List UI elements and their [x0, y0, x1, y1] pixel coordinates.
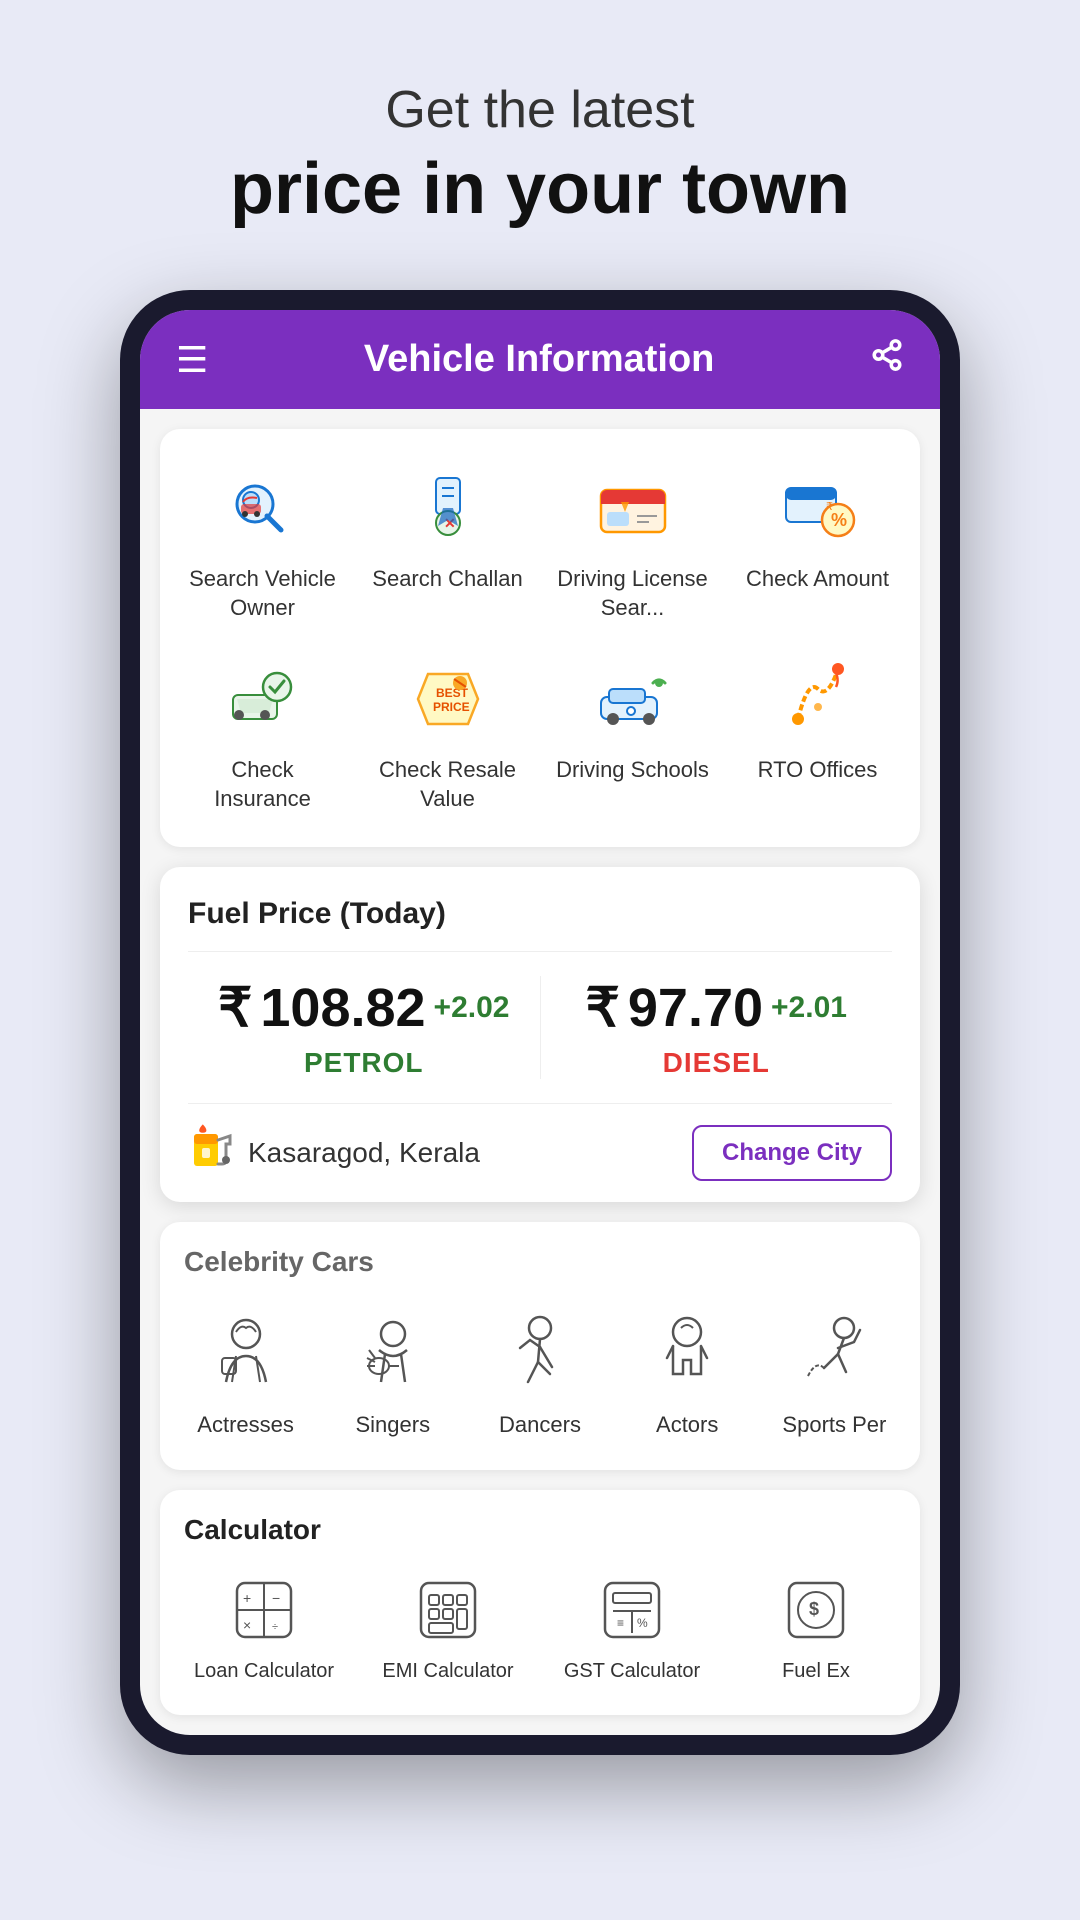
diesel-amount: ₹ 97.70 +2.01	[586, 976, 847, 1039]
check-resale-label: Check Resale Value	[365, 756, 530, 813]
check-amount-label: Check Amount	[746, 565, 889, 594]
celebrity-title: Celebrity Cars	[176, 1246, 904, 1278]
calc-item-emi[interactable]: EMI Calculator	[360, 1562, 536, 1691]
fuel-card-title: Fuel Price (Today)	[188, 897, 892, 931]
gst-calc-label: GST Calculator	[564, 1660, 700, 1683]
grid-item-driving-schools[interactable]: Driving Schools	[546, 644, 719, 823]
search-challan-label: Search Challan	[372, 565, 522, 594]
share-icon[interactable]	[870, 338, 904, 381]
petrol-symbol: ₹	[218, 976, 252, 1039]
rto-offices-icon	[773, 654, 863, 744]
grid-item-search-challan[interactable]: ✕ Search Challan	[361, 453, 534, 632]
calculator-title: Calculator	[176, 1514, 904, 1546]
fuel-city: Kasaragod, Kerala	[248, 1137, 480, 1169]
svg-text:%: %	[637, 1616, 648, 1630]
svg-text:≡: ≡	[617, 1616, 624, 1630]
change-city-button[interactable]: Change City	[692, 1125, 892, 1181]
phone-screen: ☰ Vehicle Information	[140, 310, 940, 1735]
diesel-col: ₹ 97.70 +2.01 DIESEL	[541, 976, 893, 1079]
petrol-amount: ₹ 108.82 +2.02	[218, 976, 509, 1039]
celebrity-item-actors[interactable]: Actors	[618, 1294, 757, 1446]
svg-text:+: +	[243, 1590, 251, 1606]
calc-item-loan[interactable]: + − × ÷ Loan Calculator	[176, 1562, 352, 1691]
celebrity-item-sports[interactable]: Sports Per	[765, 1294, 904, 1446]
actresses-icon	[196, 1302, 296, 1402]
celebrity-item-singers[interactable]: Singers	[323, 1294, 462, 1446]
grid-item-driving-license[interactable]: Driving License Sear...	[546, 453, 719, 632]
svg-text:₹: ₹	[826, 501, 833, 513]
search-vehicle-label: Search Vehicle Owner	[180, 565, 345, 622]
calc-item-fuel-ex[interactable]: $ Fuel Ex	[728, 1562, 904, 1691]
fuel-location-row: Kasaragod, Kerala Change City	[188, 1124, 892, 1182]
menu-icon[interactable]: ☰	[176, 339, 208, 381]
sports-icon	[784, 1302, 884, 1402]
grid-item-check-resale[interactable]: BEST PRICE Check Resale Value	[361, 644, 534, 823]
svg-text:÷: ÷	[272, 1621, 278, 1633]
emi-calc-icon	[408, 1570, 488, 1650]
emi-calc-label: EMI Calculator	[382, 1660, 513, 1683]
calc-item-gst[interactable]: ≡ % GST Calculator	[544, 1562, 720, 1691]
petrol-label: PETROL	[304, 1047, 424, 1079]
grid-item-rto-offices[interactable]: RTO Offices	[731, 644, 904, 823]
fuel-location-left: Kasaragod, Kerala	[188, 1124, 480, 1182]
diesel-label: DIESEL	[663, 1047, 770, 1079]
dancers-label: Dancers	[499, 1412, 581, 1438]
search-vehicle-icon	[218, 463, 308, 553]
petrol-price: 108.82	[260, 977, 425, 1039]
check-resale-icon: BEST PRICE	[403, 654, 493, 744]
diesel-price: 97.70	[628, 977, 763, 1039]
dancers-icon	[490, 1302, 590, 1402]
grid-item-check-insurance[interactable]: Check Insurance	[176, 644, 349, 823]
singers-label: Singers	[355, 1412, 430, 1438]
singers-icon	[343, 1302, 443, 1402]
grid-item-check-amount[interactable]: % ₹ Check Amount	[731, 453, 904, 632]
diesel-change: +2.01	[771, 991, 847, 1025]
diesel-symbol: ₹	[586, 976, 620, 1039]
driving-license-icon	[588, 463, 678, 553]
phone-frame: ☰ Vehicle Information	[120, 290, 960, 1755]
check-insurance-label: Check Insurance	[180, 756, 345, 813]
svg-text:$: $	[809, 1599, 819, 1619]
svg-text:−: −	[272, 1590, 280, 1606]
celebrity-item-actresses[interactable]: Actresses	[176, 1294, 315, 1446]
vehicle-info-card: Search Vehicle Owner ✕	[160, 429, 920, 847]
actresses-label: Actresses	[197, 1412, 294, 1438]
app-header: ☰ Vehicle Information	[140, 310, 940, 409]
check-insurance-icon	[218, 654, 308, 744]
fuel-prices-row: ₹ 108.82 +2.02 PETROL ₹ 97.70 +2.01 DIES…	[188, 951, 892, 1104]
hero-subtitle: Get the latest	[40, 80, 1040, 140]
check-amount-icon: % ₹	[773, 463, 863, 553]
celebrity-section: Celebrity Cars	[160, 1222, 920, 1470]
grid-item-search-vehicle[interactable]: Search Vehicle Owner	[176, 453, 349, 632]
hero-section: Get the latest price in your town	[0, 0, 1080, 270]
calculator-grid: + − × ÷ Loan Calculator	[176, 1562, 904, 1691]
phone-wrapper: ☰ Vehicle Information	[120, 290, 960, 1755]
loan-calc-label: Loan Calculator	[194, 1660, 334, 1683]
actors-label: Actors	[656, 1412, 718, 1438]
driving-license-label: Driving License Sear...	[550, 565, 715, 622]
petrol-change: +2.02	[434, 991, 510, 1025]
svg-text:%: %	[831, 510, 847, 530]
driving-schools-icon	[588, 654, 678, 744]
svg-text:PRICE: PRICE	[433, 700, 470, 714]
fuel-price-card: Fuel Price (Today) ₹ 108.82 +2.02 PETROL…	[160, 867, 920, 1202]
fuel-pump-icon	[188, 1124, 236, 1182]
vehicle-grid: Search Vehicle Owner ✕	[176, 453, 904, 823]
hero-title: price in your town	[40, 148, 1040, 230]
search-challan-icon: ✕	[403, 463, 493, 553]
fuel-ex-icon: $	[776, 1570, 856, 1650]
sports-label: Sports Per	[782, 1412, 886, 1438]
app-title: Vehicle Information	[364, 338, 715, 381]
actors-icon	[637, 1302, 737, 1402]
celebrity-grid: Actresses	[176, 1294, 904, 1446]
rto-offices-label: RTO Offices	[758, 756, 878, 785]
petrol-col: ₹ 108.82 +2.02 PETROL	[188, 976, 541, 1079]
fuel-ex-label: Fuel Ex	[782, 1660, 850, 1683]
gst-calc-icon: ≡ %	[592, 1570, 672, 1650]
loan-calc-icon: + − × ÷	[224, 1570, 304, 1650]
celebrity-item-dancers[interactable]: Dancers	[470, 1294, 609, 1446]
calculator-section: Calculator + − × ÷	[160, 1490, 920, 1715]
svg-text:×: ×	[243, 1617, 251, 1633]
driving-schools-label: Driving Schools	[556, 756, 709, 785]
